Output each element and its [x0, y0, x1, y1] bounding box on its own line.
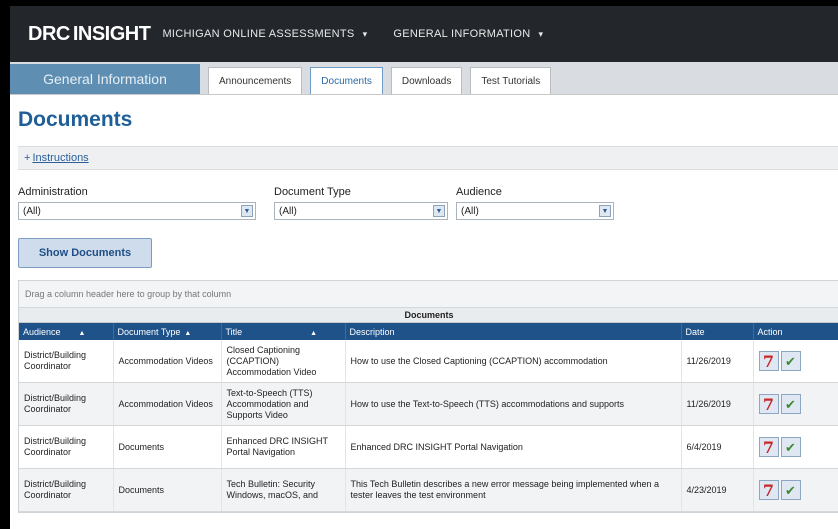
instructions-link[interactable]: Instructions: [32, 152, 88, 164]
cell-date: 11/26/2019: [681, 382, 754, 426]
column-header-title[interactable]: Title ▲: [221, 323, 346, 340]
cell-document-type: Accommodation Videos: [113, 382, 222, 426]
column-label: Title: [225, 326, 243, 337]
cell-date: 11/26/2019: [681, 340, 754, 383]
nav-general-information[interactable]: GENERAL INFORMATION ▾: [393, 28, 543, 40]
administration-value: (All): [23, 205, 41, 217]
show-documents-button[interactable]: Show Documents: [18, 238, 152, 268]
column-header-description[interactable]: Description: [345, 323, 682, 340]
audience-label: Audience: [456, 186, 502, 198]
cell-audience: District/Building Coordinator: [19, 468, 114, 512]
tab-documents[interactable]: Documents: [310, 67, 383, 94]
cell-date: 4/23/2019: [681, 468, 754, 512]
top-bar: DRC INSIGHT MICHIGAN ONLINE ASSESSMENTS …: [10, 6, 838, 62]
open-document-icon[interactable]: 7: [758, 351, 779, 371]
cell-title: Tech Bulletin: Security Windows, macOS, …: [221, 468, 346, 512]
cell-action: 7 ✔: [753, 340, 838, 383]
column-label: Description: [349, 326, 395, 337]
cell-audience: District/Building Coordinator: [19, 382, 114, 426]
tab-test-tutorials[interactable]: Test Tutorials: [470, 67, 552, 94]
cell-document-type: Accommodation Videos: [113, 340, 222, 383]
column-label: Action: [757, 326, 783, 337]
documents-grid: Drag a column header here to group by th…: [18, 280, 838, 513]
audience-select[interactable]: (All) ▼: [456, 202, 614, 220]
tab-announcements[interactable]: Announcements: [208, 67, 303, 94]
section-label: General Information: [10, 64, 200, 94]
nav-michigan-online-assessments[interactable]: MICHIGAN ONLINE ASSESSMENTS ▾: [162, 28, 367, 40]
app-window: DRC INSIGHT MICHIGAN ONLINE ASSESSMENTS …: [10, 6, 838, 529]
cell-title: Enhanced DRC INSIGHT Portal Navigation: [221, 425, 346, 469]
documents-table: Audience ▲ Document Type ▲ Title ▲ Descript…: [19, 323, 838, 512]
instructions-panel[interactable]: + Instructions: [18, 146, 838, 170]
open-document-icon[interactable]: 7: [758, 437, 779, 457]
document-type-value: (All): [279, 205, 297, 217]
cell-audience: District/Building Coordinator: [19, 425, 114, 469]
open-document-icon[interactable]: 7: [758, 480, 779, 500]
sort-asc-icon: ▲: [184, 329, 192, 337]
cell-action: 7 ✔: [753, 468, 838, 512]
document-type-select[interactable]: (All) ▼: [274, 202, 448, 220]
cell-document-type: Documents: [113, 425, 222, 469]
download-icon[interactable]: ✔: [780, 394, 801, 414]
nav-label: GENERAL INFORMATION: [393, 28, 531, 40]
chevron-down-icon[interactable]: ▼: [241, 205, 253, 217]
chevron-down-icon: ▾: [538, 28, 544, 39]
cell-action: 7 ✔: [753, 425, 838, 469]
chevron-down-icon[interactable]: ▼: [599, 205, 611, 217]
filter-bar: Administration (All) ▼ Document Type (Al…: [10, 178, 838, 234]
sort-asc-icon: ▲: [78, 329, 86, 337]
tab-bar: General Information Announcements Docume…: [10, 62, 838, 95]
expand-icon: +: [24, 152, 31, 164]
cell-document-type: Documents: [113, 468, 222, 512]
cell-description: How to use the Text-to-Speech (TTS) acco…: [345, 382, 682, 426]
open-document-icon[interactable]: 7: [758, 394, 779, 414]
cell-description: This Tech Bulletin describes a new error…: [345, 468, 682, 512]
logo-text-drc: DRC: [28, 22, 70, 45]
column-label: Date: [685, 326, 705, 337]
table-row: District/Building Coordinator Accommodat…: [19, 340, 838, 383]
page-title: Documents: [18, 108, 133, 131]
cell-action: 7 ✔: [753, 382, 838, 426]
cell-description: How to use the Closed Captioning (CCAPTI…: [345, 340, 682, 383]
chevron-down-icon: ▾: [362, 28, 368, 39]
column-header-date[interactable]: Date: [681, 323, 754, 340]
table-header-row: Audience ▲ Document Type ▲ Title ▲ Descript…: [19, 323, 838, 340]
table-row: District/Building Coordinator Documents …: [19, 468, 838, 512]
administration-label: Administration: [18, 186, 88, 198]
chevron-down-icon[interactable]: ▼: [433, 205, 445, 217]
administration-select[interactable]: (All) ▼: [18, 202, 256, 220]
drc-insight-logo[interactable]: DRC INSIGHT: [28, 22, 151, 46]
nav-label: MICHIGAN ONLINE ASSESSMENTS: [162, 28, 355, 40]
document-type-label: Document Type: [274, 186, 351, 198]
table-row: District/Building Coordinator Accommodat…: [19, 382, 838, 426]
column-header-action: Action: [753, 323, 838, 340]
sort-asc-icon: ▲: [310, 329, 318, 337]
cell-title: Closed Captioning (CCAPTION) Accommodati…: [221, 340, 346, 383]
group-by-hint[interactable]: Drag a column header here to group by th…: [19, 281, 838, 308]
audience-value: (All): [461, 205, 479, 217]
table-row: District/Building Coordinator Documents …: [19, 425, 838, 469]
tab-downloads[interactable]: Downloads: [390, 67, 463, 94]
column-label: Audience: [23, 326, 61, 337]
download-icon[interactable]: ✔: [780, 480, 801, 500]
download-icon[interactable]: ✔: [780, 351, 801, 371]
column-label: Document Type: [117, 326, 181, 337]
download-icon[interactable]: ✔: [780, 437, 801, 457]
cell-title: Text-to-Speech (TTS) Accommodation and S…: [221, 382, 346, 426]
cell-description: Enhanced DRC INSIGHT Portal Navigation: [345, 425, 682, 469]
cell-date: 6/4/2019: [681, 425, 754, 469]
cell-audience: District/Building Coordinator: [19, 340, 114, 383]
column-header-document-type[interactable]: Document Type ▲: [113, 323, 222, 340]
column-header-audience[interactable]: Audience ▲: [19, 323, 114, 340]
grid-title: Documents: [19, 308, 838, 323]
logo-text-insight: INSIGHT: [72, 22, 151, 45]
